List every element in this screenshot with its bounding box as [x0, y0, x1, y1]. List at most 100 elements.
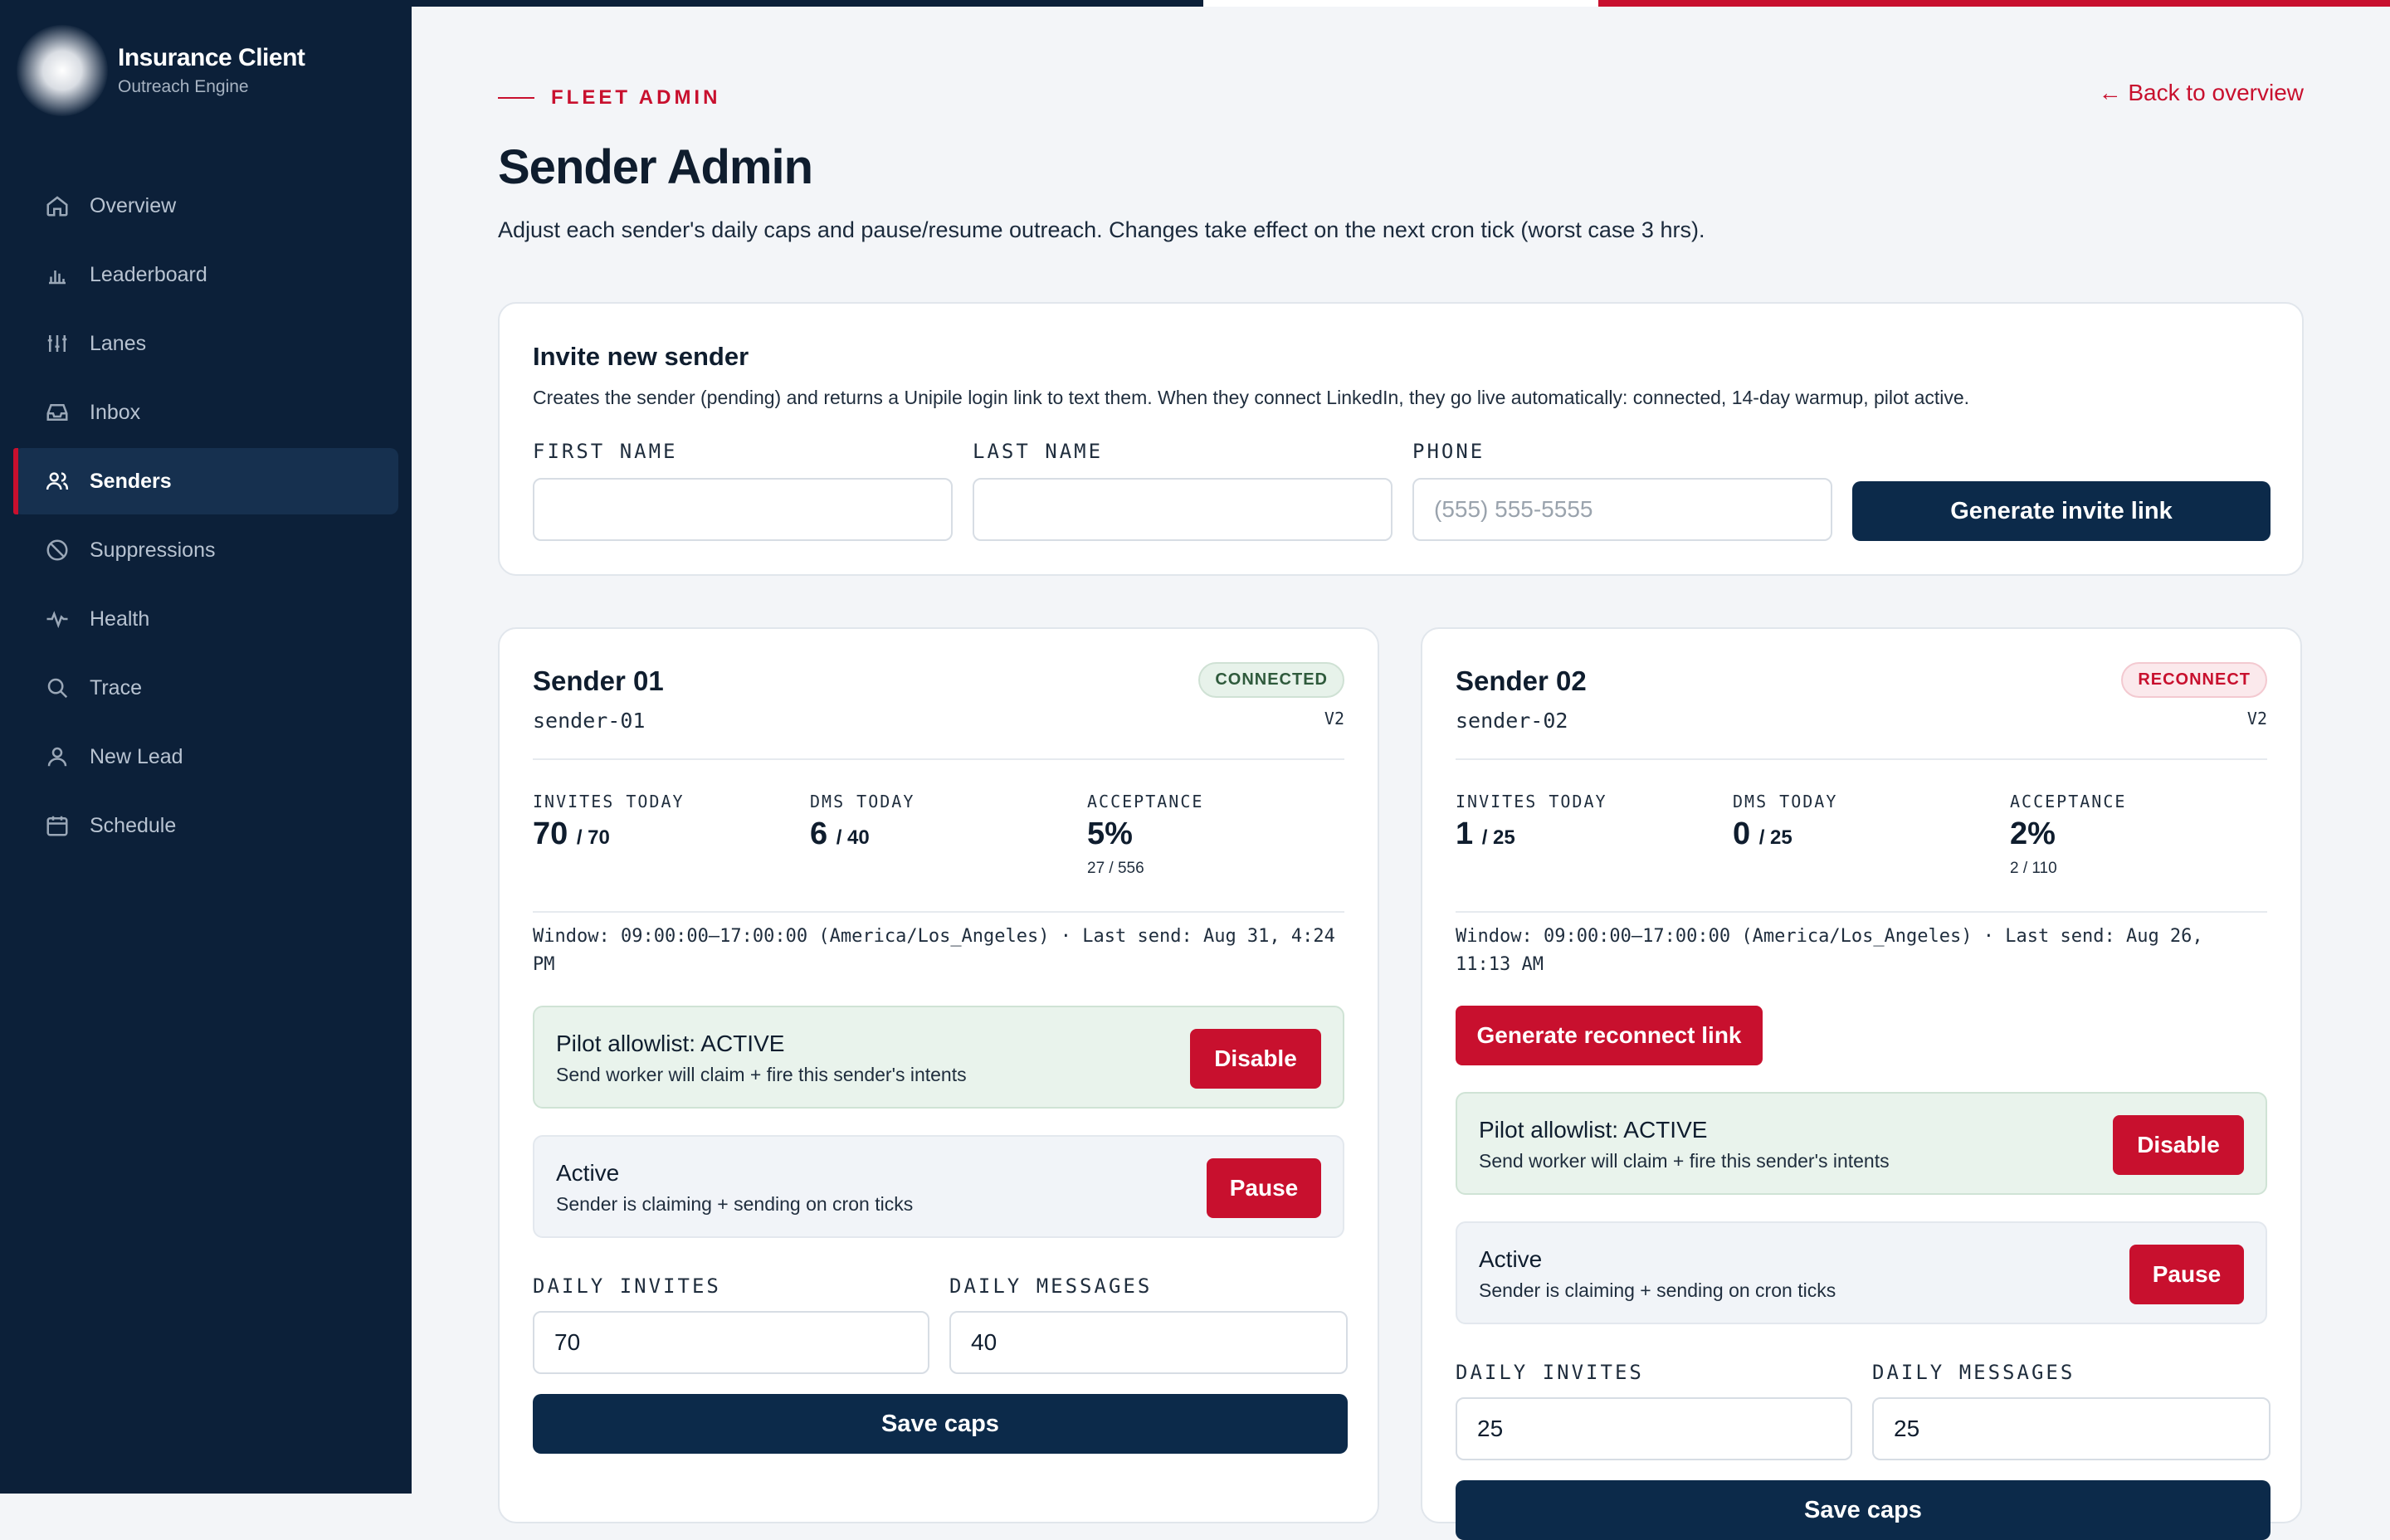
dms-today-cap: / 40 — [836, 826, 870, 849]
invite-title: Invite new sender — [533, 342, 749, 371]
dms-today-value: 6 / 40 — [810, 816, 870, 852]
invite-sender-card: Invite new sender Creates the sender (pe… — [498, 302, 2304, 576]
dms-today-cap: / 25 — [1758, 826, 1792, 849]
divider — [533, 911, 1344, 913]
active-subtitle: Sender is claiming + sending on cron tic… — [556, 1193, 914, 1215]
invites-today-cap: / 70 — [576, 826, 610, 849]
user-icon — [47, 747, 67, 767]
first-name-input[interactable] — [533, 478, 953, 541]
sidebar-nav: Overview Leaderboard Lanes Inbox Senders… — [13, 173, 398, 861]
pilot-subtitle: Send worker will claim + fire this sende… — [556, 1064, 967, 1085]
save-caps-button[interactable]: Save caps — [1456, 1480, 2270, 1540]
sidebar-item-label: Trace — [90, 675, 142, 699]
home-icon — [46, 196, 68, 217]
sidebar-item-new-lead[interactable]: New Lead — [13, 724, 398, 790]
daily-invites-label: DAILY INVITES — [1456, 1361, 1644, 1384]
sidebar-item-suppressions[interactable]: Suppressions — [13, 517, 398, 583]
pilot-title: Pilot allowlist: ACTIVE — [1479, 1117, 1708, 1143]
first-name-label: FIRST NAME — [533, 440, 678, 463]
last-name-input[interactable] — [973, 478, 1393, 541]
sidebar-item-label: Health — [90, 607, 150, 631]
sidebar-item-overview[interactable]: Overview — [13, 173, 398, 239]
sidebar-item-senders[interactable]: Senders — [13, 448, 398, 514]
acceptance-value: 5% — [1087, 816, 1133, 851]
daily-messages-label: DAILY MESSAGES — [1872, 1361, 2075, 1384]
invite-description: Creates the sender (pending) and returns… — [533, 387, 1970, 408]
divider — [533, 758, 1344, 760]
sender-name: Sender 02 — [1456, 665, 1587, 696]
active-title: Active — [556, 1160, 620, 1186]
disable-pilot-button[interactable]: Disable — [2113, 1115, 2244, 1175]
sidebar-item-label: Senders — [90, 469, 172, 493]
invites-today-value: 70 / 70 — [533, 816, 610, 852]
save-caps-button[interactable]: Save caps — [533, 1394, 1348, 1454]
accent-white — [1203, 0, 1598, 7]
sidebar-item-label: Leaderboard — [90, 262, 207, 286]
daily-messages-input[interactable] — [949, 1311, 1348, 1374]
version-label: V2 — [2246, 709, 2267, 729]
invites-today-label: INVITES TODAY — [1456, 792, 1607, 811]
dms-today-count: 0 — [1733, 816, 1751, 851]
daily-invites-label: DAILY INVITES — [533, 1274, 721, 1298]
status-badge: RECONNECT — [2121, 662, 2267, 698]
generate-invite-link-button[interactable]: Generate invite link — [1852, 481, 2270, 541]
search-icon — [47, 678, 68, 699]
daily-messages-input[interactable] — [1872, 1397, 2270, 1460]
dms-today-label: DMS TODAY — [1733, 792, 1838, 811]
brand-logo — [17, 25, 108, 116]
last-name-label: LAST NAME — [973, 440, 1104, 463]
sender-card-02: Sender 02 sender-02 RECONNECT V2 INVITES… — [1421, 627, 2302, 1540]
dms-today-value: 0 / 25 — [1733, 816, 1792, 852]
sliders-icon — [47, 335, 67, 352]
active-status-panel: Active Sender is claiming + sending on c… — [1456, 1221, 2267, 1324]
invites-today-value: 1 / 25 — [1456, 816, 1515, 852]
section-eyebrow: FLEET ADMIN — [498, 86, 720, 110]
sidebar-item-label: Schedule — [90, 813, 177, 837]
generate-reconnect-link-button[interactable]: Generate reconnect link — [1456, 1006, 1763, 1065]
sidebar-item-schedule[interactable]: Schedule — [13, 792, 398, 859]
sender-card-01: Sender 01 sender-01 CONNECTED V2 INVITES… — [498, 627, 1379, 1523]
version-label: V2 — [1324, 709, 1344, 729]
phone-input[interactable] — [1412, 478, 1832, 541]
sidebar-item-label: New Lead — [90, 744, 183, 768]
sidebar-item-health[interactable]: Health — [13, 586, 398, 652]
sidebar: Insurance Client Outreach Engine Overvie… — [0, 0, 412, 1494]
sidebar-item-label: Lanes — [90, 331, 147, 355]
acceptance-label: ACCEPTANCE — [1087, 792, 1204, 811]
sidebar-item-trace[interactable]: Trace — [13, 655, 398, 721]
sidebar-item-leaderboard[interactable]: Leaderboard — [13, 241, 398, 308]
brand: Insurance Client Outreach Engine — [17, 25, 305, 116]
acceptance-value: 2% — [2010, 816, 2056, 851]
bar-chart-icon — [49, 270, 66, 285]
acceptance-fraction: 2 / 110 — [2010, 860, 2057, 877]
invites-today-cap: / 25 — [1481, 826, 1515, 849]
divider — [1456, 758, 2267, 760]
back-to-overview-link[interactable]: ← Back to overview — [2099, 80, 2304, 106]
accent-navy — [412, 0, 1203, 7]
pilot-allowlist-panel: Pilot allowlist: ACTIVE Send worker will… — [533, 1006, 1344, 1109]
daily-invites-input[interactable] — [1456, 1397, 1852, 1460]
sidebar-item-label: Overview — [90, 193, 177, 217]
active-title: Active — [1479, 1246, 1543, 1272]
top-accent-bar — [412, 0, 2390, 7]
pilot-title: Pilot allowlist: ACTIVE — [556, 1031, 785, 1056]
sidebar-item-label: Suppressions — [90, 538, 216, 562]
sender-name: Sender 01 — [533, 665, 664, 696]
invites-today-count: 70 — [533, 816, 568, 851]
disable-pilot-button[interactable]: Disable — [1190, 1029, 1321, 1089]
sidebar-item-lanes[interactable]: Lanes — [13, 310, 398, 377]
divider — [1456, 911, 2267, 913]
brand-subtitle: Outreach Engine — [118, 77, 249, 96]
send-window-text: Window: 09:00:00–17:00:00 (America/Los_A… — [1456, 926, 2203, 975]
pause-button[interactable]: Pause — [1207, 1158, 1321, 1218]
daily-invites-input[interactable] — [533, 1311, 929, 1374]
page-title: Sender Admin — [498, 140, 813, 194]
sidebar-item-inbox[interactable]: Inbox — [13, 379, 398, 446]
calendar-icon — [46, 816, 68, 836]
pause-button[interactable]: Pause — [2129, 1245, 2244, 1304]
brand-title: Insurance Client — [118, 44, 305, 71]
inbox-icon — [46, 404, 68, 421]
status-badge: CONNECTED — [1198, 662, 1344, 698]
pilot-subtitle: Send worker will claim + fire this sende… — [1479, 1150, 1890, 1172]
accent-red — [1598, 0, 2390, 7]
